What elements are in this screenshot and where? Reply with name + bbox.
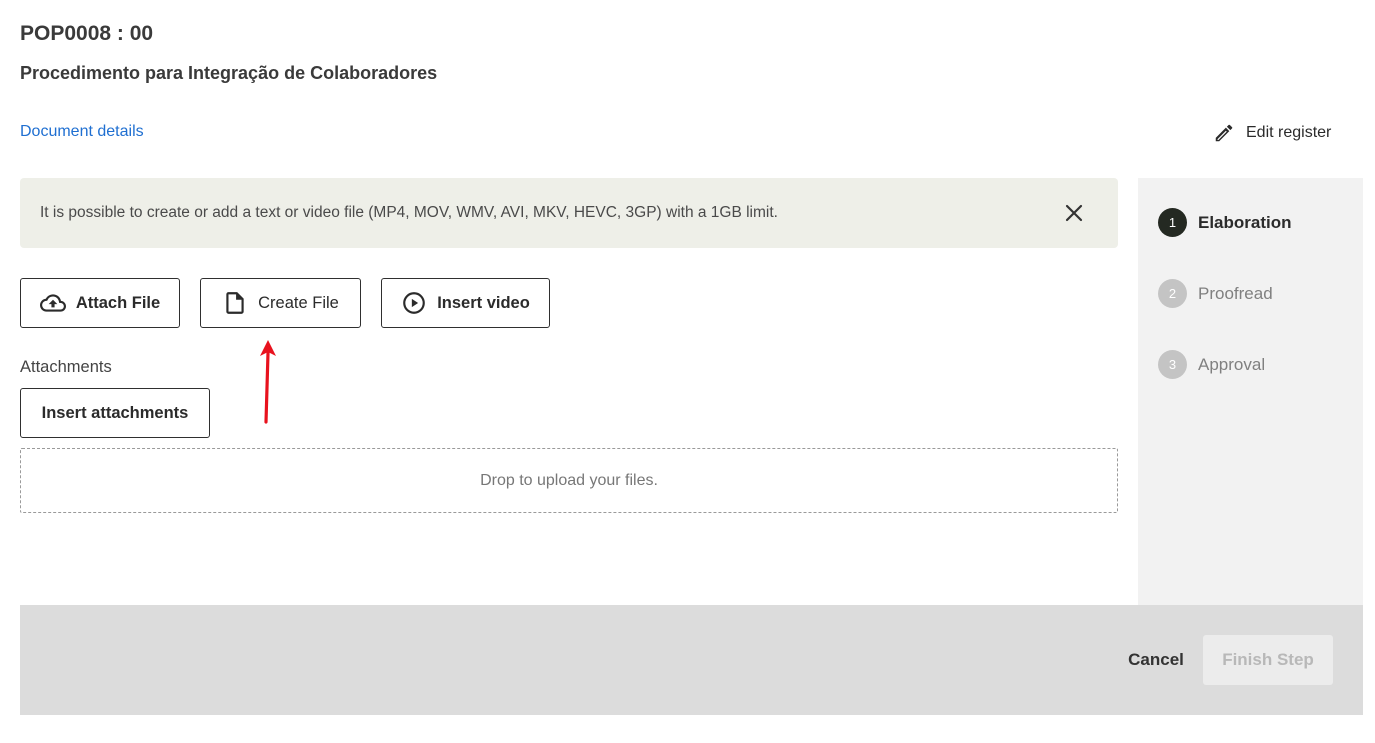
insert-attachments-button[interactable]: Insert attachments xyxy=(20,388,210,438)
document-code: POP0008 : 00 xyxy=(20,22,154,45)
step-number: 3 xyxy=(1158,350,1187,379)
step-proofread: 2 Proofread xyxy=(1158,279,1273,308)
file-icon xyxy=(222,290,248,316)
attachments-label: Attachments xyxy=(20,358,112,376)
file-dropzone[interactable]: Drop to upload your files. xyxy=(20,448,1118,513)
annotation-arrow-icon xyxy=(260,340,276,424)
attach-file-button[interactable]: Attach File xyxy=(20,278,180,328)
step-approval: 3 Approval xyxy=(1158,350,1265,379)
attach-file-label: Attach File xyxy=(75,293,161,312)
pencil-icon xyxy=(1213,122,1235,144)
create-file-label: Create File xyxy=(258,293,339,312)
dropzone-text: Drop to upload your files. xyxy=(480,471,658,489)
insert-video-button[interactable]: Insert video xyxy=(381,278,550,328)
document-details-link[interactable]: Document details xyxy=(20,123,144,141)
step-number: 2 xyxy=(1158,279,1187,308)
workflow-stepper: 1 Elaboration 2 Proofread 3 Approval xyxy=(1138,178,1363,605)
footer-bar: Cancel Finish Step xyxy=(20,605,1363,715)
step-label: Approval xyxy=(1198,354,1266,374)
cancel-button[interactable]: Cancel xyxy=(1102,635,1210,685)
play-circle-icon xyxy=(401,290,427,316)
create-file-button[interactable]: Create File xyxy=(200,278,361,328)
step-label: Elaboration xyxy=(1198,212,1292,232)
document-title: Procedimento para Integração de Colabora… xyxy=(20,63,438,83)
close-icon[interactable] xyxy=(1064,203,1084,223)
insert-attachments-label: Insert attachments xyxy=(41,403,189,422)
cloud-upload-icon xyxy=(39,290,66,316)
edit-register-button[interactable]: Edit register xyxy=(1213,120,1331,146)
finish-step-button[interactable]: Finish Step xyxy=(1203,635,1333,685)
insert-video-label: Insert video xyxy=(437,293,530,312)
step-label: Proofread xyxy=(1198,283,1273,303)
banner-text: It is possible to create or add a text o… xyxy=(40,204,778,221)
edit-register-label: Edit register xyxy=(1246,124,1332,141)
step-elaboration: 1 Elaboration xyxy=(1158,208,1292,237)
step-number: 1 xyxy=(1158,208,1187,237)
info-banner: It is possible to create or add a text o… xyxy=(20,178,1118,248)
